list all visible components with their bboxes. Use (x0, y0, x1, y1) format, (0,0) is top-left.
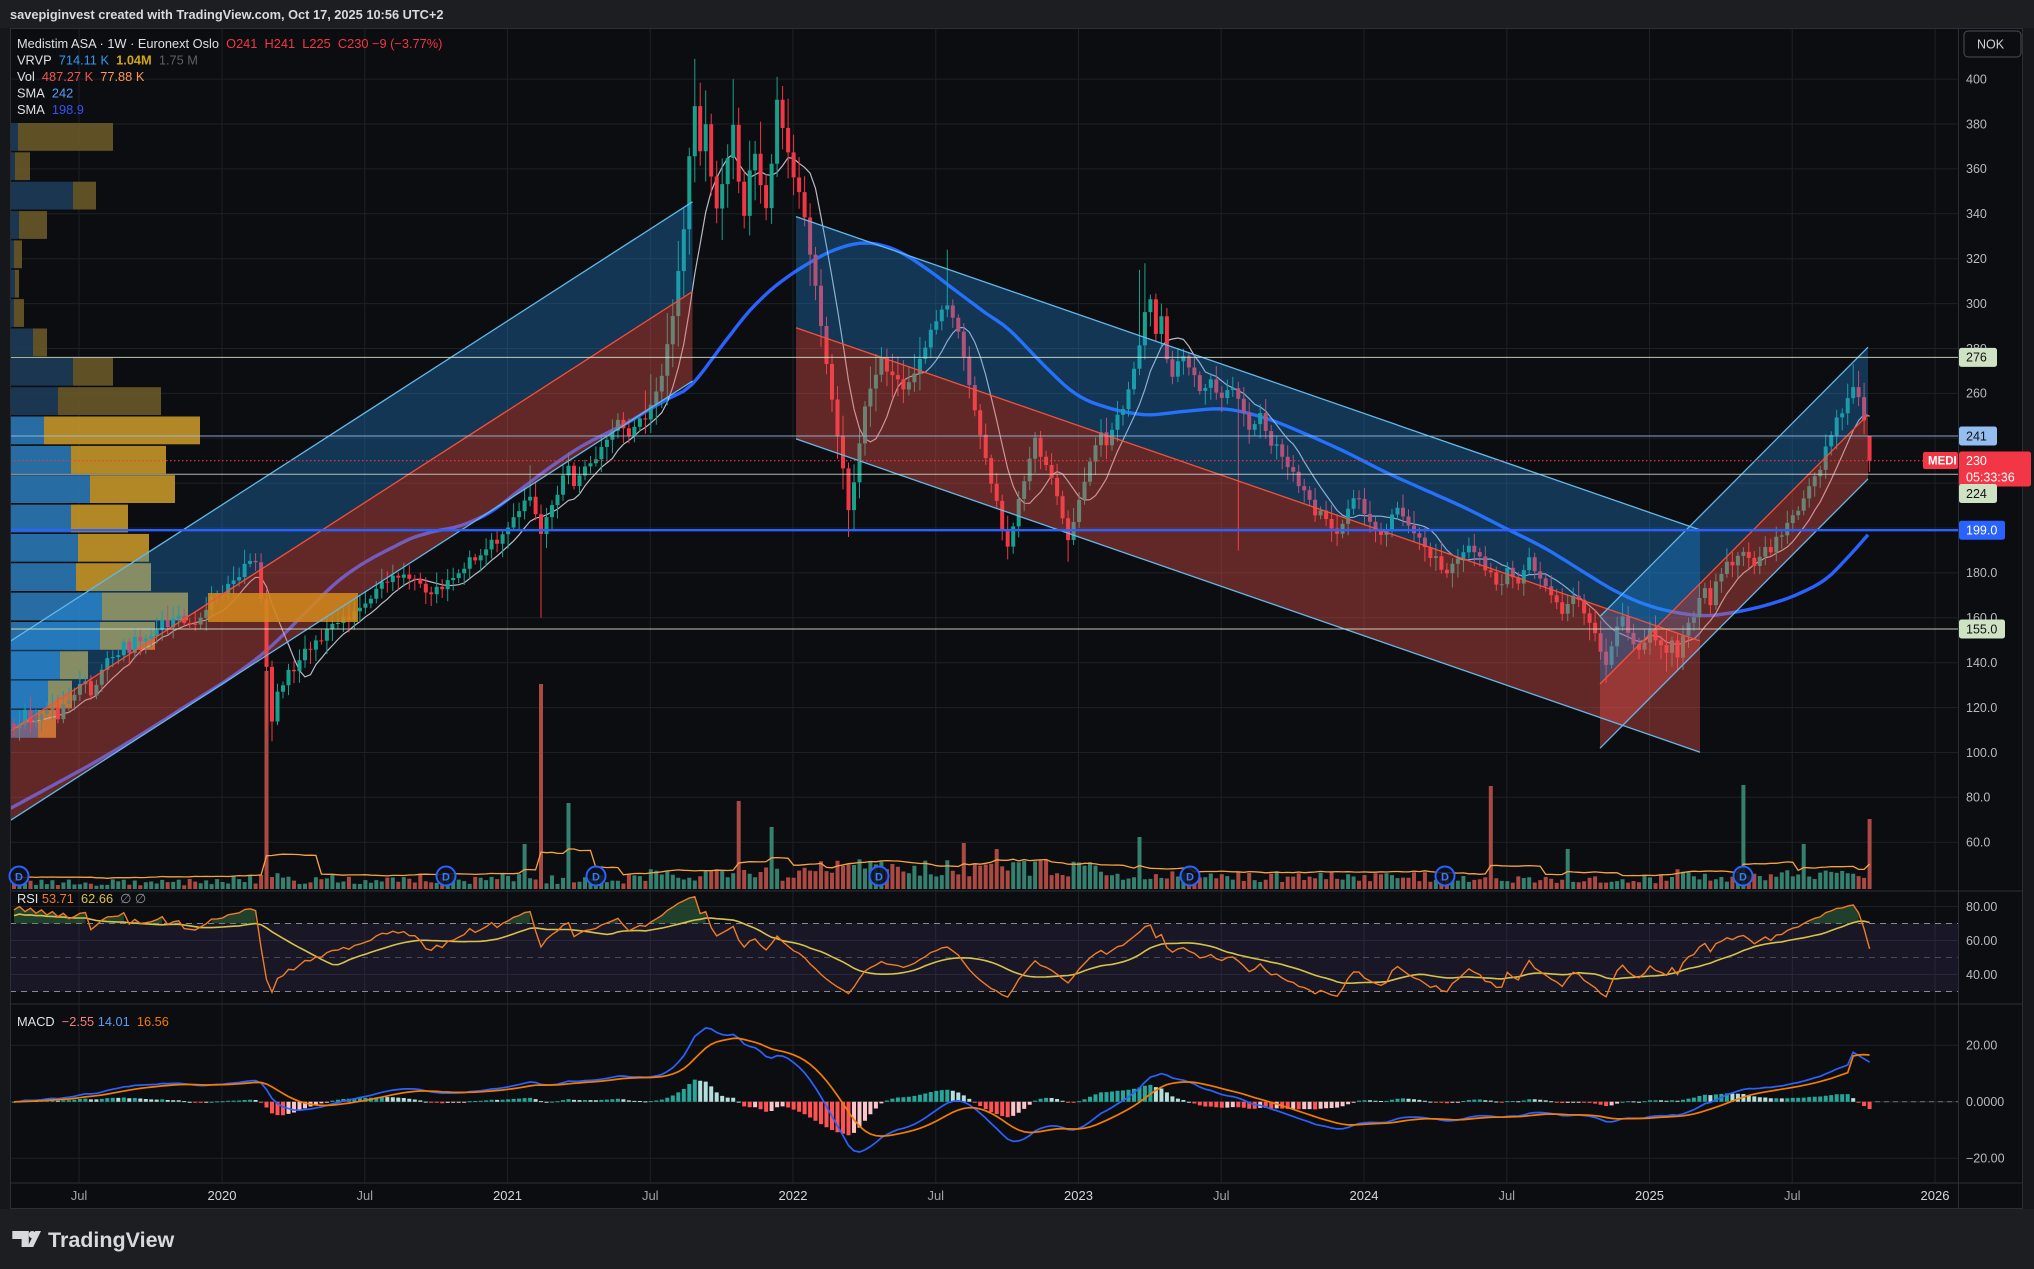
svg-text:D: D (1739, 872, 1747, 884)
svg-text:2024: 2024 (1350, 1188, 1379, 1203)
svg-text:380: 380 (1966, 117, 1987, 131)
svg-text:Vol 487.27 K 77.88 K: Vol 487.27 K 77.88 K (17, 69, 145, 84)
svg-text:MEDI: MEDI (1928, 456, 1957, 468)
svg-text:MACD −2.55 14.01 16.56: MACD −2.55 14.01 16.56 (17, 1014, 169, 1029)
svg-text:Jul: Jul (71, 1188, 88, 1203)
svg-text:20.00: 20.00 (1966, 1039, 1997, 1053)
svg-text:Jul: Jul (642, 1188, 659, 1203)
svg-text:320: 320 (1966, 252, 1987, 266)
svg-text:2022: 2022 (779, 1188, 808, 1203)
svg-text:2026: 2026 (1921, 1188, 1950, 1203)
svg-text:241: 241 (1966, 429, 1987, 443)
svg-text:360: 360 (1966, 162, 1987, 176)
svg-text:Jul: Jul (1784, 1188, 1801, 1203)
svg-text:RSI 53.71 62.66 ∅ ∅: RSI 53.71 62.66 ∅ ∅ (17, 891, 146, 906)
svg-text:D: D (1441, 872, 1449, 884)
svg-text:Medistim ASA · 1W · Euronext O: Medistim ASA · 1W · Euronext Oslo O241 H… (17, 36, 442, 51)
svg-text:60.0: 60.0 (1966, 836, 1990, 850)
svg-text:Jul: Jul (1498, 1188, 1515, 1203)
svg-text:Jul: Jul (1213, 1188, 1230, 1203)
svg-text:Jul: Jul (927, 1188, 944, 1203)
svg-text:VRVP 714.11 K 1.04M 1.75 M: VRVP 714.11 K 1.04M 1.75 M (17, 53, 198, 68)
svg-text:D: D (15, 872, 23, 884)
svg-text:155.0: 155.0 (1966, 622, 1997, 636)
svg-text:100.0: 100.0 (1966, 746, 1997, 760)
svg-text:80.00: 80.00 (1966, 900, 1997, 914)
svg-text:D: D (442, 872, 450, 884)
svg-text:80.0: 80.0 (1966, 791, 1990, 805)
svg-text:60.00: 60.00 (1966, 934, 1997, 948)
svg-text:2021: 2021 (493, 1188, 522, 1203)
svg-text:NOK: NOK (1977, 38, 2005, 52)
svg-text:224: 224 (1966, 487, 1987, 501)
svg-text:260: 260 (1966, 387, 1987, 401)
svg-text:2023: 2023 (1064, 1188, 1093, 1203)
svg-text:Jul: Jul (356, 1188, 373, 1203)
svg-text:400: 400 (1966, 72, 1987, 86)
svg-text:276: 276 (1966, 351, 1987, 365)
svg-text:140.0: 140.0 (1966, 656, 1997, 670)
svg-text:199.0: 199.0 (1966, 524, 1997, 538)
svg-text:40.00: 40.00 (1966, 968, 1997, 982)
svg-text:0.0000: 0.0000 (1966, 1095, 2004, 1109)
svg-text:SMA 242: SMA 242 (17, 86, 73, 101)
svg-text:SMA 198.9: SMA 198.9 (17, 102, 84, 117)
svg-text:180.0: 180.0 (1966, 566, 1997, 580)
svg-text:D: D (592, 872, 600, 884)
svg-text:120.0: 120.0 (1966, 701, 1997, 715)
svg-text:05:33:36: 05:33:36 (1966, 471, 2015, 485)
svg-text:300: 300 (1966, 297, 1987, 311)
svg-text:TradingView: TradingView (48, 1228, 175, 1252)
svg-text:2020: 2020 (208, 1188, 237, 1203)
svg-text:2025: 2025 (1635, 1188, 1664, 1203)
svg-text:340: 340 (1966, 207, 1987, 221)
svg-text:−20.00: −20.00 (1966, 1152, 2005, 1166)
svg-text:D: D (1186, 872, 1194, 884)
svg-text:230: 230 (1966, 454, 1987, 468)
svg-text:D: D (875, 872, 883, 884)
svg-text:savepiginvest created with Tra: savepiginvest created with TradingView.c… (10, 7, 444, 22)
